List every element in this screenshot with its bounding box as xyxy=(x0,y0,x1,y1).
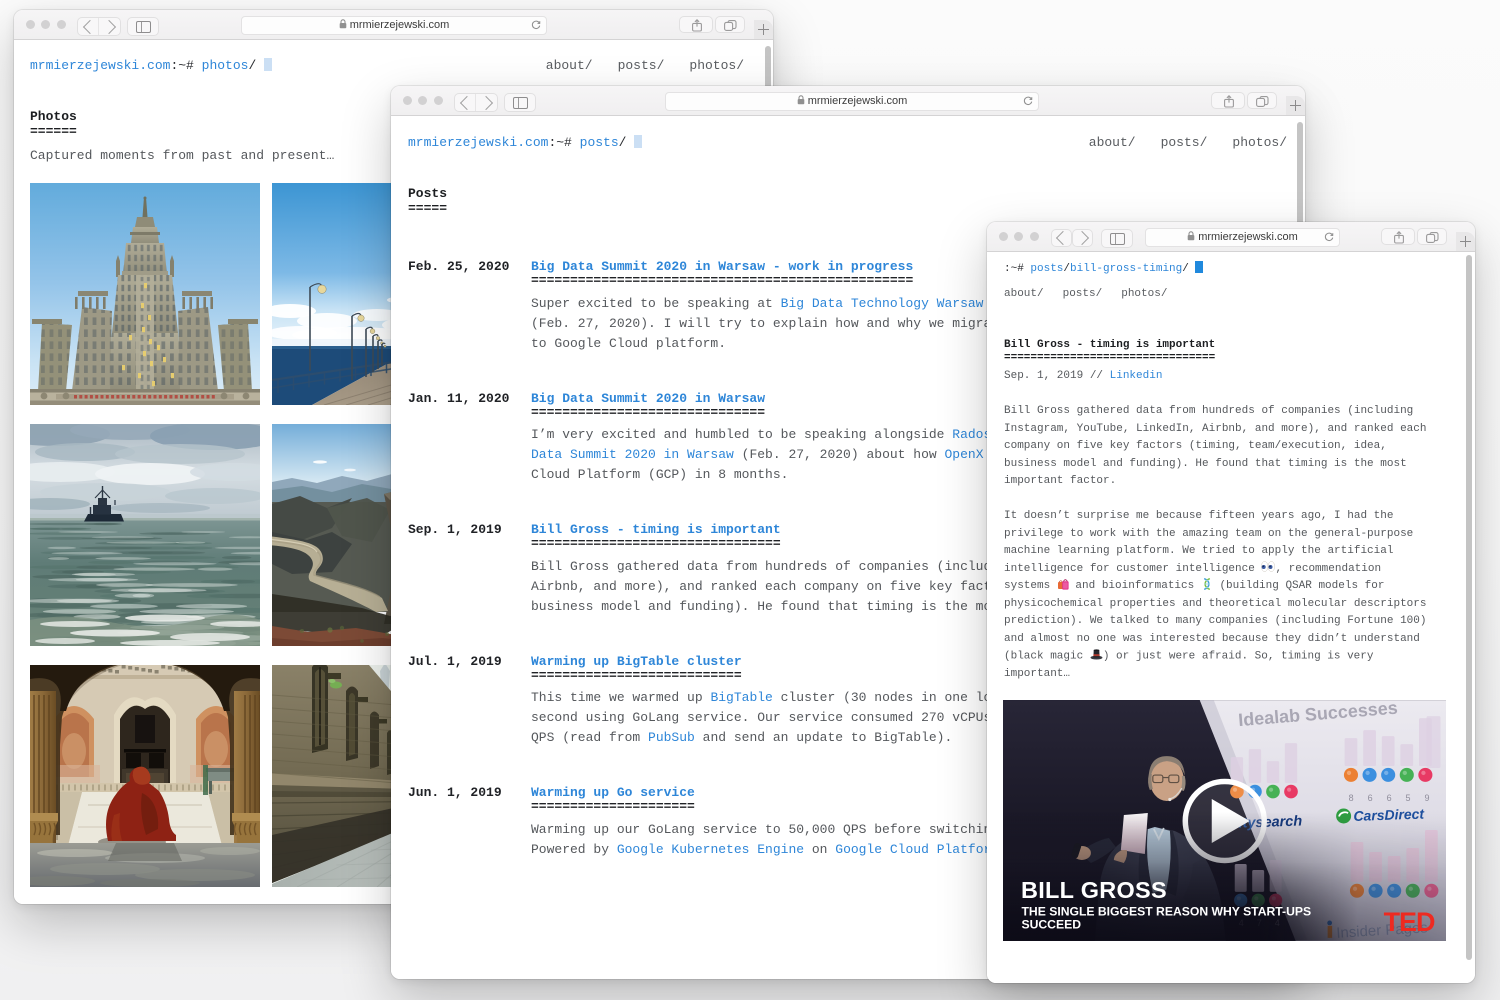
svg-text:6: 6 xyxy=(1386,793,1391,803)
svg-text:SUCCEED: SUCCEED xyxy=(1021,917,1081,931)
svg-text:8: 8 xyxy=(1348,793,1353,803)
svg-text:THE SINGLE BIGGEST REASON WHY: THE SINGLE BIGGEST REASON WHY START-UPS xyxy=(1021,904,1311,918)
svg-text:TED: TED xyxy=(1383,907,1434,937)
svg-text:5: 5 xyxy=(1405,793,1410,803)
svg-text:9: 9 xyxy=(1424,793,1429,803)
svg-text:6: 6 xyxy=(1367,793,1372,803)
svg-text:BILL GROSS: BILL GROSS xyxy=(1020,877,1166,903)
